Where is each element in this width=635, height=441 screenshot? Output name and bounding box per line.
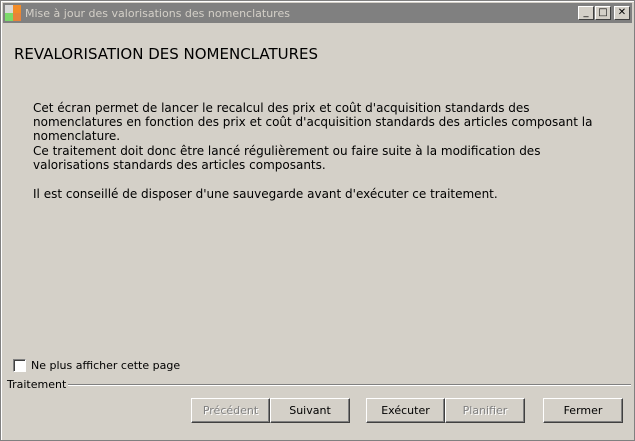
description-paragraph-1: Cet écran permet de lancer le recalcul d…	[33, 101, 593, 143]
dialog-window: Mise à jour des valorisations des nomenc…	[0, 0, 635, 441]
hide-page-checkbox[interactable]	[13, 359, 26, 372]
maximize-button[interactable]: □	[595, 6, 611, 20]
description-paragraph-2: Ce traitement doit donc être lancé régul…	[33, 144, 541, 172]
previous-button[interactable]: Précédent	[191, 398, 270, 423]
next-button[interactable]: Suivant	[270, 398, 350, 423]
schedule-button[interactable]: Planifier	[445, 398, 525, 423]
window-controls: _ □ ✕	[578, 6, 630, 20]
execute-button[interactable]: Exécuter	[366, 398, 445, 423]
title-bar[interactable]: Mise à jour des valorisations des nomenc…	[3, 3, 632, 23]
close-button[interactable]: ✕	[614, 6, 630, 20]
close-dialog-button[interactable]: Fermer	[543, 398, 623, 423]
hide-page-option[interactable]: Ne plus afficher cette page	[13, 359, 180, 372]
minimize-button[interactable]: _	[578, 6, 594, 20]
window-title: Mise à jour des valorisations des nomenc…	[25, 6, 290, 20]
app-icon	[5, 5, 21, 21]
description-paragraph-3: Il est conseillé de disposer d'une sauve…	[33, 187, 498, 201]
page-heading: REVALORISATION DES NOMENCLATURES	[14, 45, 319, 63]
hide-page-label[interactable]: Ne plus afficher cette page	[31, 359, 180, 372]
group-divider	[7, 384, 631, 386]
group-label-traitement: Traitement	[7, 378, 69, 391]
